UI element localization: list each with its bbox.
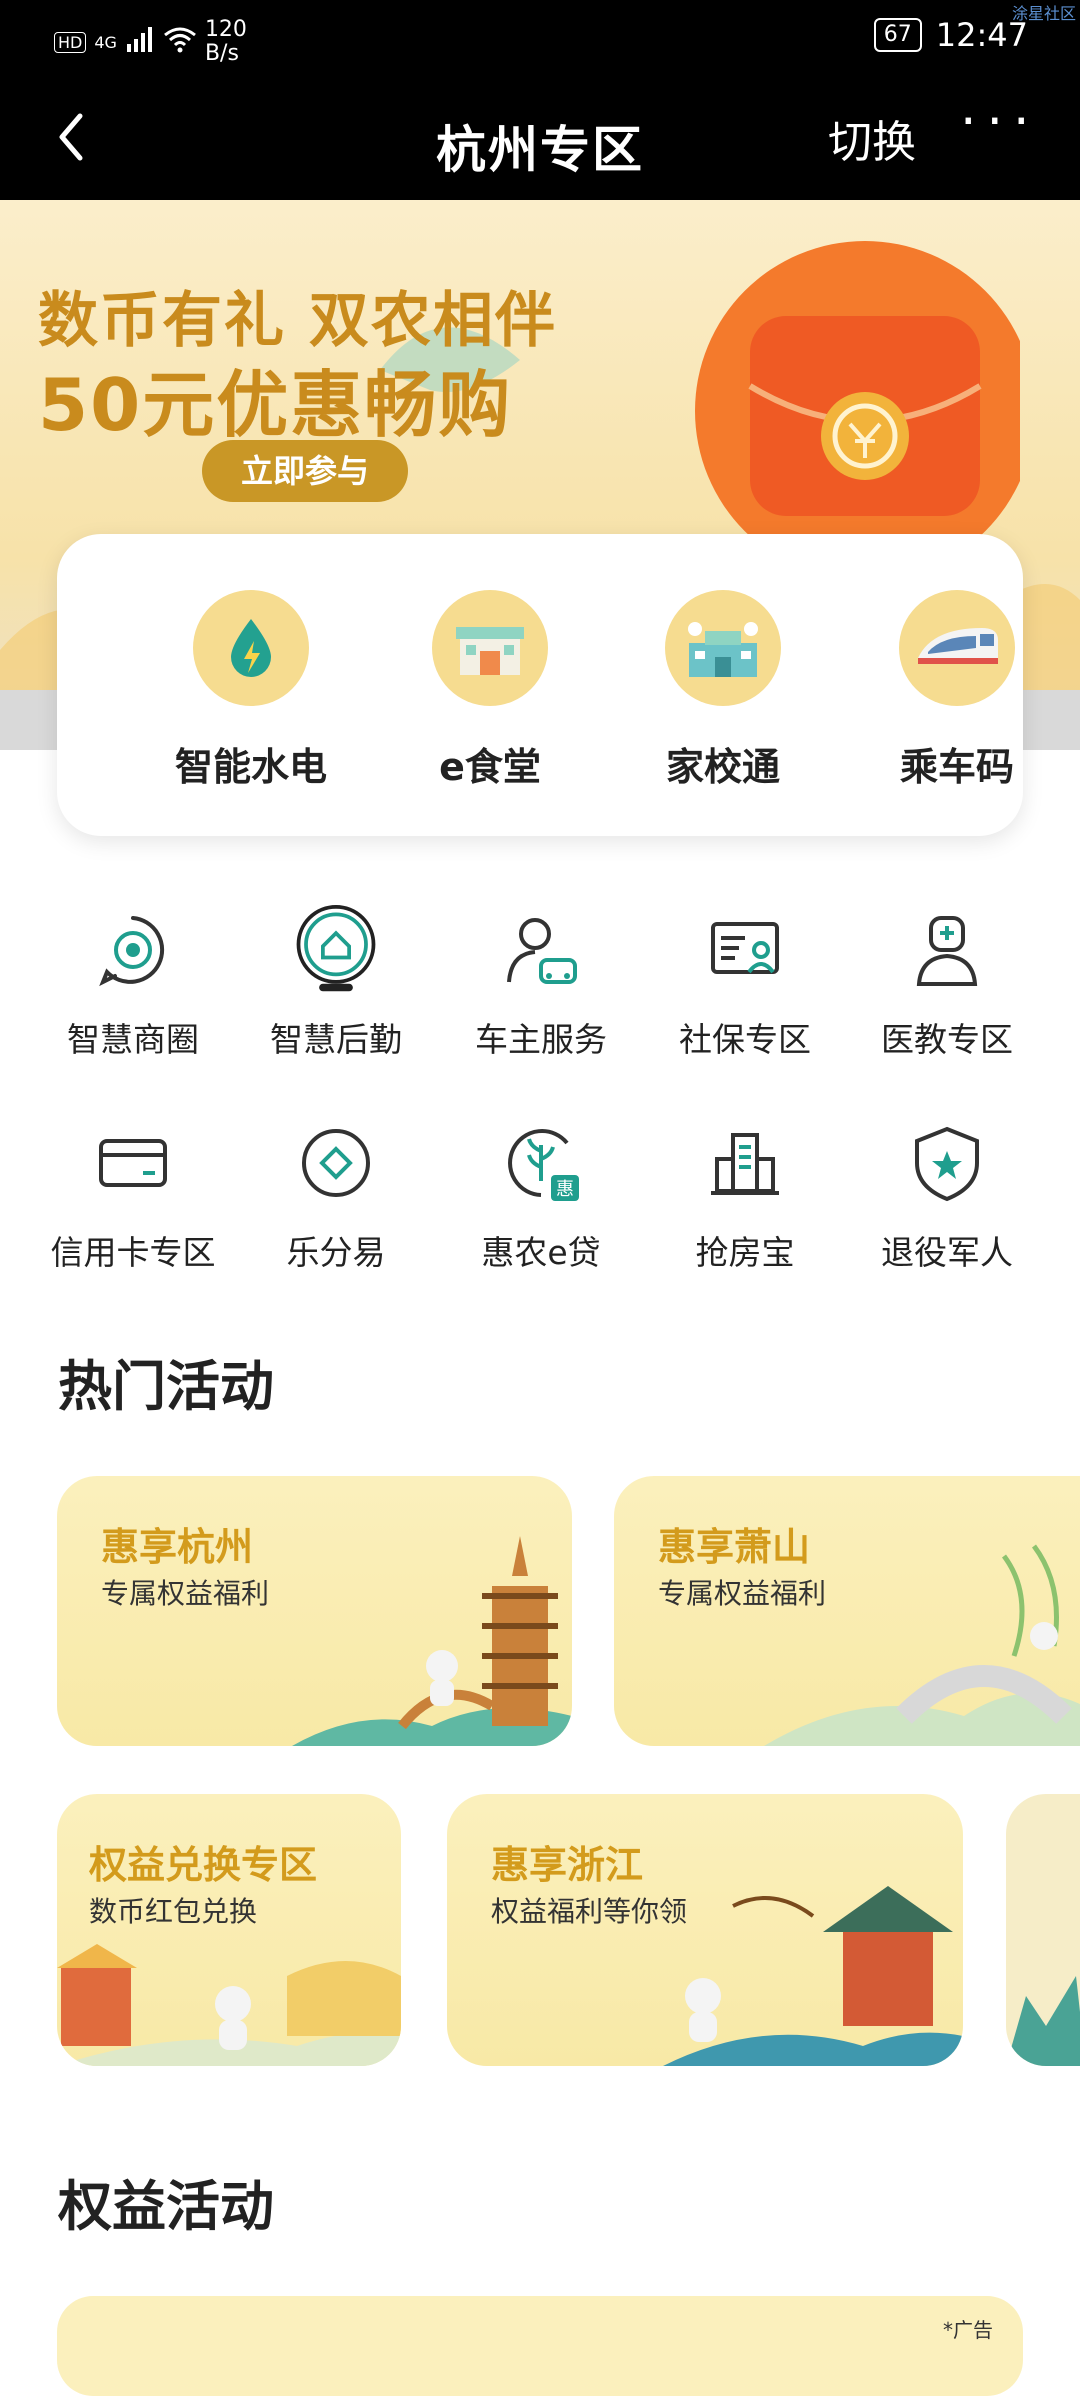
credit-card-icon: [88, 1118, 178, 1208]
activity-title: 惠享杭州: [101, 1525, 254, 1569]
grid-item-label: 抢房宝: [695, 1233, 795, 1272]
pavilion-illustration: [663, 1886, 963, 2066]
activity-subtitle: 权益福利等你领: [491, 1895, 688, 1928]
social-security-icon: [700, 905, 790, 995]
grid-item-smart-business[interactable]: 智慧商圈: [28, 905, 238, 1061]
banner-title-line2: 50元优惠畅购: [38, 363, 513, 447]
quick-item-ride-code[interactable]: 乘车码: [857, 590, 1057, 791]
mountain-illustration: [1006, 1976, 1080, 2066]
quick-services-card: 智能水电 e食堂 家校通 乘车码: [57, 534, 1023, 836]
activity-title: 惠享浙江: [491, 1843, 644, 1887]
net-speed-value: 120: [204, 17, 247, 42]
building-icon: [700, 1118, 790, 1208]
canteen-icon: [432, 590, 548, 706]
car-owner-icon: [496, 905, 586, 995]
red-envelope-icon: [690, 236, 1035, 581]
water-electric-icon: [193, 590, 309, 706]
quick-item-home-school[interactable]: 家校通: [623, 590, 823, 791]
status-right: 67 12:47: [873, 16, 1028, 54]
wifi-icon: [163, 25, 197, 59]
grid-item-credit-card[interactable]: 信用卡专区: [28, 1118, 238, 1274]
grid-item-label: 乐分易: [286, 1233, 386, 1272]
pagoda-illustration: [292, 1536, 572, 1746]
status-bar: HD 4G 120 B/s 67 12:47 涂星社区: [0, 0, 1080, 72]
grid-item-label: 信用卡专区: [50, 1233, 216, 1272]
grid-item-label: 惠农e贷: [481, 1233, 601, 1272]
battery-icon: 67: [873, 18, 922, 52]
quick-item-e-canteen[interactable]: e食堂: [390, 590, 590, 791]
agri-loan-icon: 惠: [496, 1118, 586, 1208]
quick-item-label: 家校通: [665, 745, 780, 789]
grid-item-agri-loan[interactable]: 惠 惠农e贷: [436, 1118, 646, 1274]
activity-card-xiaoshan[interactable]: 惠享萧山 专属权益福利: [614, 1476, 1080, 1746]
hd-badge: HD: [54, 31, 87, 53]
grid-item-smart-logistics[interactable]: 智慧后勤: [231, 905, 441, 1061]
business-circle-icon: [88, 905, 178, 995]
quick-item-label: e食堂: [439, 745, 541, 789]
svg-text:惠: 惠: [556, 1179, 574, 1200]
page-title: 杭州专区: [436, 121, 644, 179]
quick-item-label: 智能水电: [174, 745, 327, 789]
grid-item-lefenyi[interactable]: 乐分易: [231, 1118, 441, 1274]
school-icon: [665, 590, 781, 706]
activity-card-partial[interactable]: [1006, 1794, 1080, 2066]
rights-activities-title: 权益活动: [58, 2175, 274, 2238]
train-icon: [899, 590, 1015, 706]
watermark: 涂星社区: [1011, 4, 1076, 23]
activity-card-exchange[interactable]: 权益兑换专区 数币红包兑换: [57, 1794, 401, 2066]
temple-illustration: [57, 1944, 401, 2066]
grid-item-label: 医教专区: [881, 1020, 1013, 1059]
ad-label: *广告: [943, 2318, 993, 2342]
grid-item-label: 车主服务: [475, 1020, 607, 1059]
net-speed: 120 B/s: [205, 18, 247, 66]
grid-item-veterans[interactable]: 退役军人: [842, 1118, 1052, 1274]
activity-card-zhejiang[interactable]: 惠享浙江 权益福利等你领: [447, 1794, 963, 2066]
more-menu-button[interactable]: ···: [960, 92, 1040, 152]
doctor-icon: [902, 905, 992, 995]
activity-title: 权益兑换专区: [89, 1843, 318, 1887]
grid-item-social-security[interactable]: 社保专区: [640, 905, 850, 1061]
grid-item-label: 退役军人: [881, 1233, 1013, 1272]
bridge-illustration: [764, 1544, 1080, 1746]
nav-bar: 杭州专区 切换 ···: [0, 72, 1080, 200]
join-now-button[interactable]: 立即参与: [202, 440, 408, 502]
hot-activities-title: 热门活动: [58, 1355, 274, 1418]
grid-item-house[interactable]: 抢房宝: [640, 1118, 850, 1274]
shield-star-icon: [902, 1118, 992, 1208]
grid-item-label: 智慧商圈: [67, 1020, 199, 1059]
ad-banner-card[interactable]: *广告: [57, 2296, 1023, 2396]
switch-city-button[interactable]: 切换: [828, 106, 916, 170]
quick-item-label: 乘车码: [899, 745, 1014, 789]
grid-item-label: 智慧后勤: [270, 1020, 402, 1059]
grid-item-medical-education[interactable]: 医教专区: [842, 905, 1052, 1061]
diamond-icon: [291, 1118, 381, 1208]
activity-card-hangzhou[interactable]: 惠享杭州 专属权益福利: [57, 1476, 572, 1746]
network-type: 4G: [94, 32, 117, 52]
net-speed-unit: B/s: [204, 41, 239, 66]
logistics-home-icon: [291, 905, 381, 995]
signal-icon: [125, 26, 155, 58]
quick-item-smart-utility[interactable]: 智能水电: [151, 590, 351, 791]
activity-subtitle: 专属权益福利: [101, 1577, 270, 1610]
grid-item-car-owner[interactable]: 车主服务: [436, 905, 646, 1061]
grid-item-label: 社保专区: [679, 1020, 811, 1059]
status-left: HD 4G 120 B/s: [54, 18, 247, 66]
